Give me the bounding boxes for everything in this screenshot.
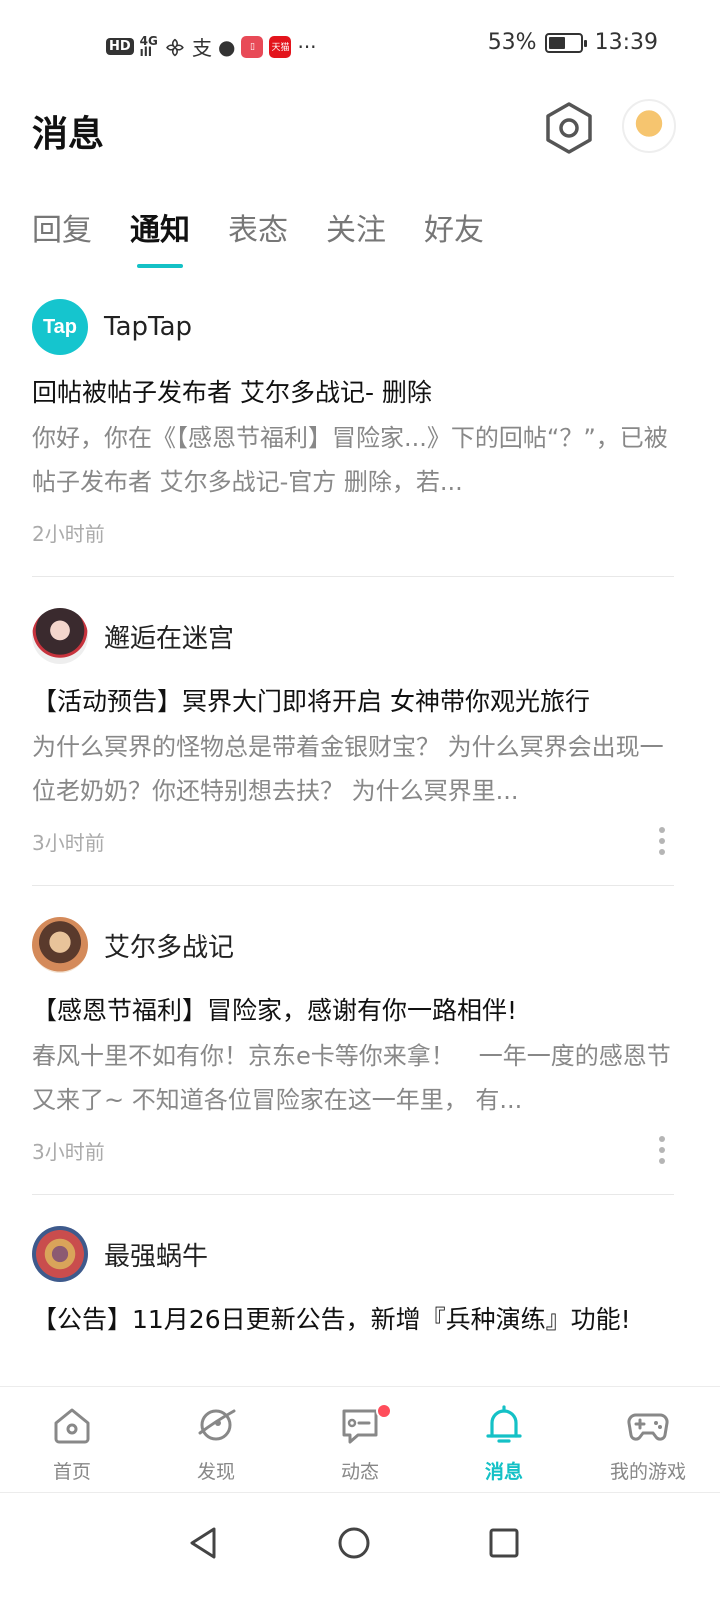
tab-friends[interactable]: 好友	[424, 205, 484, 249]
user-avatar[interactable]	[622, 99, 676, 153]
notification-body: 你好，你在《【感恩节福利】冒险家...》下的回帖“？”，已被帖子发布者 艾尔多战…	[32, 424, 668, 496]
recent-apps-square-icon[interactable]	[484, 1523, 524, 1563]
divider	[32, 885, 674, 886]
notification-title: 【活动预告】冥界大门即将开启 女神带你观光旅行	[32, 687, 590, 716]
bell-icon	[486, 1405, 522, 1443]
hd-indicator: HD	[106, 38, 134, 55]
active-tab-indicator	[137, 264, 183, 268]
clock: 13:39	[594, 30, 658, 55]
gamepad-icon	[627, 1413, 669, 1441]
page-title: 消息	[32, 114, 105, 155]
home-icon	[54, 1408, 90, 1444]
battery-percent: 53%	[487, 30, 537, 55]
more-options-icon[interactable]	[658, 827, 666, 855]
notification-header: 邂逅在迷宫	[32, 607, 674, 665]
battery-level-fill	[548, 36, 565, 49]
tab-reply[interactable]: 回复	[32, 205, 92, 249]
notification-header: Tap TapTap	[32, 298, 674, 356]
settings-button[interactable]	[544, 101, 594, 155]
tab-follow[interactable]: 关注	[326, 205, 386, 249]
author-name[interactable]: TapTap	[104, 312, 192, 342]
nav-feed[interactable]: 动态	[288, 1387, 432, 1492]
sound-wave-icon: ᯽	[163, 35, 187, 59]
divider	[32, 576, 674, 577]
taptap-logo-icon[interactable]: Tap	[32, 299, 88, 355]
more-notifications-icon: ···	[297, 34, 317, 59]
notification-time: 3小时前	[32, 1140, 105, 1164]
alipay-icon: 支	[192, 36, 213, 60]
notification-item[interactable]: 最强蜗牛 【公告】11月26日更新公告，新增『兵种演练』功能!	[32, 1225, 674, 1337]
notification-item[interactable]: 邂逅在迷宫 【活动预告】冥界大门即将开启 女神带你观光旅行 为什么冥界的怪物总是…	[32, 607, 674, 855]
nav-home[interactable]: 首页	[0, 1387, 144, 1492]
notification-tabs: 回复 通知 表态 关注 好友	[32, 205, 484, 249]
home-circle-icon[interactable]	[334, 1523, 374, 1563]
chat-bubble-icon: ●	[218, 34, 236, 59]
tab-notice[interactable]: 通知	[130, 205, 190, 249]
nav-label: 发现	[196, 1461, 235, 1483]
notification-item[interactable]: Tap TapTap 回帖被帖子发布者 艾尔多战记- 删除 你好，你在《【感恩节…	[32, 298, 674, 546]
bottom-navigation: 首页 发现 动态 消息 我的游戏	[0, 1386, 720, 1492]
header: 消息	[0, 95, 720, 165]
author-avatar[interactable]	[32, 917, 88, 973]
nav-messages[interactable]: 消息	[432, 1387, 576, 1492]
more-options-icon[interactable]	[658, 1136, 666, 1164]
author-name[interactable]: 邂逅在迷宫	[104, 618, 234, 655]
settings-hexagon-icon	[546, 102, 592, 154]
nav-label: 动态	[340, 1461, 379, 1483]
notification-time: 3小时前	[32, 831, 105, 855]
status-bar: HD 4G ıll ᯽ 支 ● ▯ 天猫 ··· 53% 13:39	[0, 0, 720, 90]
author-avatar[interactable]	[32, 608, 88, 664]
status-icons-left: HD 4G ıll ᯽ 支 ● ▯ 天猫 ···	[106, 32, 317, 61]
new-activity-badge	[376, 1403, 392, 1419]
notification-time: 2小时前	[32, 522, 105, 546]
notification-title: 【公告】11月26日更新公告，新增『兵种演练』功能!	[32, 1305, 631, 1334]
divider	[32, 1194, 674, 1195]
notification-title: 【感恩节福利】冒险家，感谢有你一路相伴!	[32, 996, 518, 1025]
battery-icon	[544, 32, 587, 53]
nav-discover[interactable]: 发现	[144, 1387, 288, 1492]
notification-header: 最强蜗牛	[32, 1225, 674, 1283]
author-avatar[interactable]	[32, 1226, 88, 1282]
system-navigation-bar	[0, 1492, 720, 1600]
nav-my-games[interactable]: 我的游戏	[576, 1387, 720, 1492]
nav-label: 消息	[484, 1461, 523, 1483]
book-app-icon: ▯	[241, 35, 264, 58]
author-name[interactable]: 艾尔多战记	[104, 927, 234, 964]
back-triangle-icon[interactable]	[184, 1523, 224, 1563]
notification-header: 艾尔多战记	[32, 916, 674, 974]
nav-label: 我的游戏	[609, 1461, 686, 1483]
author-name[interactable]: 最强蜗牛	[104, 1236, 208, 1273]
tab-reaction[interactable]: 表态	[228, 205, 288, 249]
discover-icon	[198, 1409, 236, 1441]
notification-title: 回帖被帖子发布者 艾尔多战记- 删除	[32, 378, 432, 407]
status-icons-right: 53% 13:39	[488, 30, 658, 55]
notification-body: 为什么冥界的怪物总是带着金银财宝？ 为什么冥界会出现一位老奶奶？你还特别想去扶？…	[32, 733, 664, 805]
notification-body: 春风十里不如有你！京东e卡等你来拿！ 一年一度的感恩节又来了~ 不知道各位冒险家…	[32, 1042, 671, 1114]
tmall-icon: 天猫	[269, 35, 292, 58]
notification-list: Tap TapTap 回帖被帖子发布者 艾尔多战记- 删除 你好，你在《【感恩节…	[32, 298, 674, 1337]
network-4g-icon: 4G ıll	[139, 33, 158, 59]
nav-label: 首页	[52, 1461, 91, 1483]
notification-item[interactable]: 艾尔多战记 【感恩节福利】冒险家，感谢有你一路相伴! 春风十里不如有你！京东e卡…	[32, 916, 674, 1164]
